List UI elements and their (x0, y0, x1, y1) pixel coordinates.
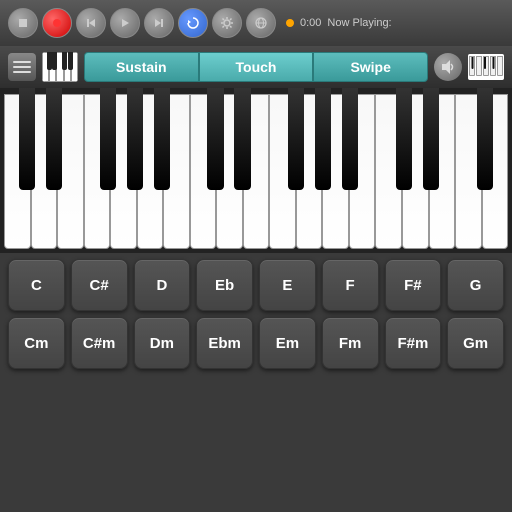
settings-button[interactable] (212, 8, 242, 38)
black-key-8[interactable] (234, 88, 250, 190)
chord-btn-f[interactable]: F (322, 259, 379, 311)
mode-bar: Sustain Touch Swipe (0, 46, 512, 88)
swipe-tab[interactable]: Swipe (313, 52, 428, 82)
chord-btn-fsharpm[interactable]: F#m (385, 317, 442, 369)
play-button[interactable] (110, 8, 140, 38)
menu-button[interactable] (8, 53, 36, 81)
chord-btn-cm[interactable]: Cm (8, 317, 65, 369)
black-key-17[interactable] (477, 88, 493, 190)
black-key-14[interactable] (396, 88, 412, 190)
chord-btn-dm[interactable]: Dm (134, 317, 191, 369)
chord-btn-em[interactable]: Em (259, 317, 316, 369)
now-playing-label: Now Playing: (327, 17, 391, 29)
prev-button[interactable] (76, 8, 106, 38)
chord-btn-g[interactable]: G (447, 259, 504, 311)
sync-button[interactable] (178, 8, 208, 38)
chord-btn-fsharp[interactable]: F# (385, 259, 442, 311)
chord-btn-d[interactable]: D (134, 259, 191, 311)
black-key-7[interactable] (207, 88, 223, 190)
piano-icon[interactable] (42, 52, 78, 82)
chord-btn-c[interactable]: C (8, 259, 65, 311)
sustain-tab[interactable]: Sustain (84, 52, 199, 82)
black-key-0[interactable] (19, 88, 35, 190)
chord-row-minor: CmC#mDmEbmEmFmF#mGm (8, 317, 504, 369)
chord-btn-csharpm[interactable]: C#m (71, 317, 128, 369)
chord-row-major: CC#DEbEFF#G (8, 259, 504, 311)
piano-keyboard (0, 88, 512, 253)
toolbar: 0:00 Now Playing: (0, 0, 512, 46)
mode-tabs: Sustain Touch Swipe (84, 52, 428, 82)
black-key-5[interactable] (154, 88, 170, 190)
black-key-4[interactable] (127, 88, 143, 190)
black-key-12[interactable] (342, 88, 358, 190)
chord-section: CC#DEbEFF#G CmC#mDmEbmEmFmF#mGm (0, 253, 512, 512)
black-key-11[interactable] (315, 88, 331, 190)
chord-btn-eb[interactable]: Eb (196, 259, 253, 311)
now-playing-section: 0:00 Now Playing: (286, 17, 504, 29)
keyboard-icon (468, 54, 504, 80)
touch-tab[interactable]: Touch (199, 52, 314, 82)
globe-button[interactable] (246, 8, 276, 38)
chord-btn-e[interactable]: E (259, 259, 316, 311)
time-display: 0:00 (300, 17, 321, 29)
chord-btn-fm[interactable]: Fm (322, 317, 379, 369)
stop-button[interactable] (8, 8, 38, 38)
record-button[interactable] (42, 8, 72, 38)
black-key-3[interactable] (100, 88, 116, 190)
black-key-15[interactable] (423, 88, 439, 190)
speaker-button[interactable] (434, 53, 462, 81)
chord-btn-csharp[interactable]: C# (71, 259, 128, 311)
next-button[interactable] (144, 8, 174, 38)
black-key-10[interactable] (288, 88, 304, 190)
chord-btn-ebm[interactable]: Ebm (196, 317, 253, 369)
status-dot (286, 19, 294, 27)
chord-btn-gm[interactable]: Gm (447, 317, 504, 369)
black-key-1[interactable] (46, 88, 62, 190)
